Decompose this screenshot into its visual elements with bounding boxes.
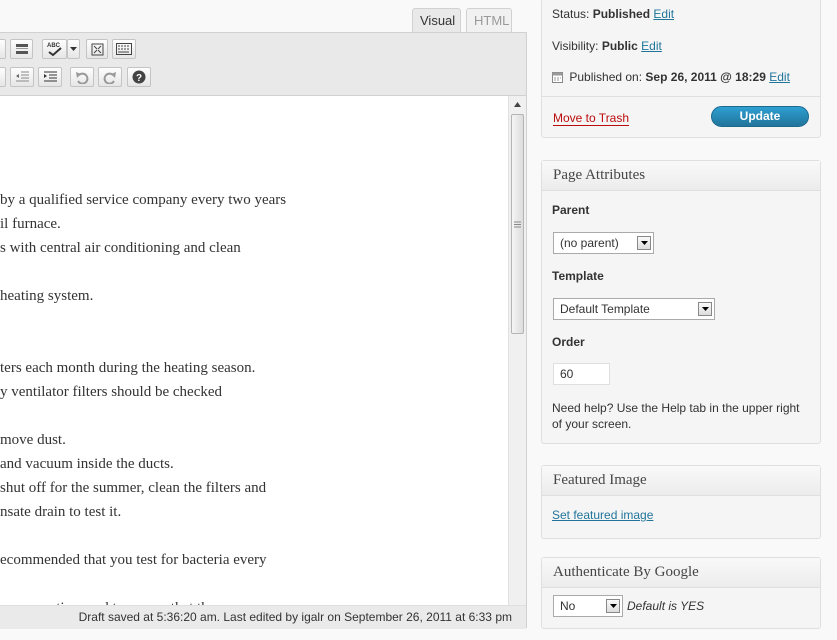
tab-visual[interactable]: Visual <box>412 8 461 32</box>
editor-status-bar: Draft saved at 5:36:20 am. Last edited b… <box>0 605 526 629</box>
chevron-down-icon[interactable] <box>698 302 712 316</box>
set-featured-image-link[interactable]: Set featured image <box>552 508 653 522</box>
indent-icon[interactable] <box>38 67 62 87</box>
parent-select-value: (no parent) <box>560 236 619 250</box>
calendar-icon <box>552 71 563 86</box>
outdent-icon[interactable] <box>10 67 34 87</box>
content-line: y ventilator filters should be checked <box>0 384 223 400</box>
spellcheck-dropdown-icon[interactable] <box>67 39 80 59</box>
content-line: move dust. <box>0 432 66 448</box>
content-line: nsate drain to test it. <box>0 504 122 520</box>
scroll-thumb[interactable] <box>511 114 524 334</box>
parent-label: Parent <box>552 203 590 217</box>
status-label: Status: <box>552 7 590 21</box>
status-edit-link[interactable]: Edit <box>653 7 674 21</box>
authenticate-select-value: No <box>560 599 576 613</box>
undo-icon[interactable] <box>70 67 94 87</box>
featured-image-box: Featured Image <box>541 465 821 539</box>
content-line: and vacuum inside the ducts. <box>0 456 174 472</box>
help-line-2: of your screen. <box>552 417 632 431</box>
published-edit-link[interactable]: Edit <box>769 70 790 84</box>
content-line: by a qualified service company every two… <box>0 192 287 208</box>
template-select[interactable]: Default Template <box>553 298 715 320</box>
editor-scrollbar[interactable] <box>508 96 526 616</box>
autosave-status: Draft saved at 5:36:20 am. Last edited b… <box>78 610 512 624</box>
svg-text:?: ? <box>136 73 142 84</box>
content-line: ecommended that you test for bacteria ev… <box>0 552 267 568</box>
spellcheck-label: ABC <box>47 43 61 49</box>
content-line: s with central air conditioning and clea… <box>0 240 241 256</box>
visibility-label: Visibility: <box>552 39 599 53</box>
partial-button-icon[interactable] <box>0 39 6 59</box>
scroll-up-icon[interactable] <box>509 97 526 111</box>
authenticate-select[interactable]: No <box>553 595 623 617</box>
order-input[interactable]: 60 <box>553 363 610 385</box>
editor-content[interactable]: by a qualified service company every two… <box>0 96 508 616</box>
visibility-edit-link[interactable]: Edit <box>641 39 662 53</box>
redo-icon[interactable] <box>98 67 122 87</box>
content-line: il furnace. <box>0 216 61 232</box>
post-editor: ABC ? by a qualified service company eve… <box>0 32 527 629</box>
publish-divider <box>541 96 821 97</box>
authenticate-note: Default is YES <box>627 599 705 613</box>
content-line: heating system. <box>0 288 94 304</box>
content-line: shut off for the summer, clean the filte… <box>0 480 267 496</box>
page-attributes-help: Need help? Use the Help tab in the upper… <box>552 400 800 432</box>
content-line: ters each month during the heating seaso… <box>0 360 256 376</box>
status-value: Published <box>592 7 651 21</box>
status-row: Status: Published Edit <box>552 7 674 21</box>
page-attributes-title[interactable]: Page Attributes <box>542 161 820 191</box>
kitchen-sink-icon[interactable] <box>112 39 136 59</box>
more-tag-icon[interactable] <box>10 39 33 59</box>
authenticate-box: Authenticate By Google <box>541 557 821 629</box>
published-label: Published on: <box>569 70 643 84</box>
tab-html[interactable]: HTML <box>466 8 512 32</box>
published-value: Sep 26, 2011 @ 18:29 <box>645 70 766 84</box>
template-label: Template <box>552 269 604 283</box>
chevron-down-icon[interactable] <box>637 236 651 250</box>
featured-image-title[interactable]: Featured Image <box>542 466 820 496</box>
published-on-row: Published on: Sep 26, 2011 @ 18:29 Edit <box>552 70 790 86</box>
visibility-row: Visibility: Public Edit <box>552 39 662 53</box>
help-line-1: Need help? Use the Help tab in the upper… <box>552 401 800 415</box>
partial-button-icon[interactable] <box>0 67 6 87</box>
authenticate-title[interactable]: Authenticate By Google <box>542 558 820 588</box>
editor-toolbar: ABC ? <box>0 33 526 96</box>
order-label: Order <box>552 335 585 349</box>
move-to-trash-link[interactable]: Move to Trash <box>553 111 630 126</box>
chevron-down-icon[interactable] <box>606 599 620 613</box>
order-value: 60 <box>560 367 574 381</box>
visibility-value: Public <box>601 39 638 53</box>
template-select-value: Default Template <box>560 302 650 316</box>
parent-select[interactable]: (no parent) <box>553 232 654 254</box>
help-icon[interactable]: ? <box>127 67 151 87</box>
fullscreen-icon[interactable] <box>86 39 108 59</box>
spellcheck-icon[interactable]: ABC <box>42 39 67 59</box>
update-button[interactable]: Update <box>711 106 809 127</box>
